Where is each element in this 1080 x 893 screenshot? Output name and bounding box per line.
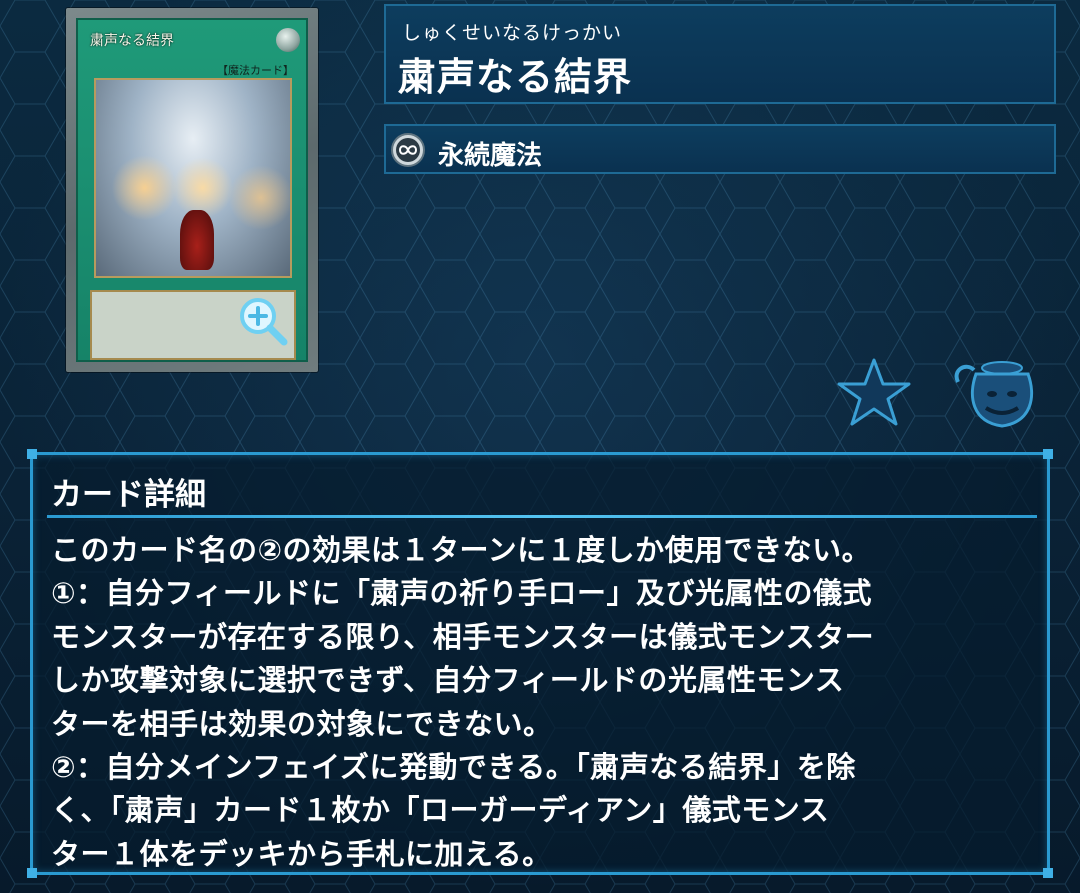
card-image-name: 粛声なる結界 [90, 33, 174, 49]
panel-corner [1043, 868, 1053, 878]
card-image[interactable]: 粛声なる結界 【魔法カード】 [66, 8, 318, 372]
card-title-panel: しゅくせいなるけっかい 粛声なる結界 [384, 4, 1056, 104]
pot-of-greed-icon[interactable] [952, 356, 1040, 432]
effect-line: ②：自分メインフェイズに発動できる。「粛声なる結界」を除 [51, 750, 856, 785]
effect-line: く、「粛声」カード１枚か「ローガーディアン」儀式モンス [51, 793, 830, 828]
artwork-figure [180, 210, 214, 270]
card-detail-panel: カード詳細 このカード名の②の効果は１ターンに１度しか使用できない。 ①：自分フ… [27, 449, 1053, 878]
effect-line: しか攻撃対象に選択できず、自分フィールドの光属性モンス [51, 663, 845, 698]
detail-title: カード詳細 [51, 477, 206, 513]
card-type-panel: 永続魔法 [384, 124, 1056, 174]
magnifier-plus-icon[interactable] [236, 294, 290, 348]
panel-corner [1043, 449, 1053, 459]
card-type-label: 永続魔法 [438, 141, 543, 171]
detail-divider [47, 515, 1037, 518]
effect-line: このカード名の②の効果は１ターンに１度しか使用できない。 [51, 533, 872, 567]
panel-corner [27, 449, 37, 459]
effect-line: ターを相手は効果の対象にできない。 [51, 706, 553, 741]
effect-line: ①：自分フィールドに「粛声の祈り手ロー」及び光属性の儀式 [51, 576, 872, 611]
effect-line: ター１体をデッキから手札に加える。 [51, 836, 552, 871]
continuous-infinity-icon [391, 133, 425, 167]
effect-line: モンスターが存在する限り、相手モンスターは儀式モンスター [51, 619, 875, 654]
card-artwork [94, 78, 292, 278]
spell-attribute-icon [276, 28, 300, 52]
card-name: 粛声なる結界 [398, 55, 633, 99]
card-image-type: 【魔法カード】 [217, 64, 294, 77]
panel-corner [27, 868, 37, 878]
card-name-ruby: しゅくせいなるけっかい [402, 22, 623, 44]
card-effect-text: このカード名の②の効果は１ターンに１度しか使用できない。 ①：自分フィールドに「… [51, 529, 1043, 876]
star-icon[interactable] [836, 356, 912, 428]
